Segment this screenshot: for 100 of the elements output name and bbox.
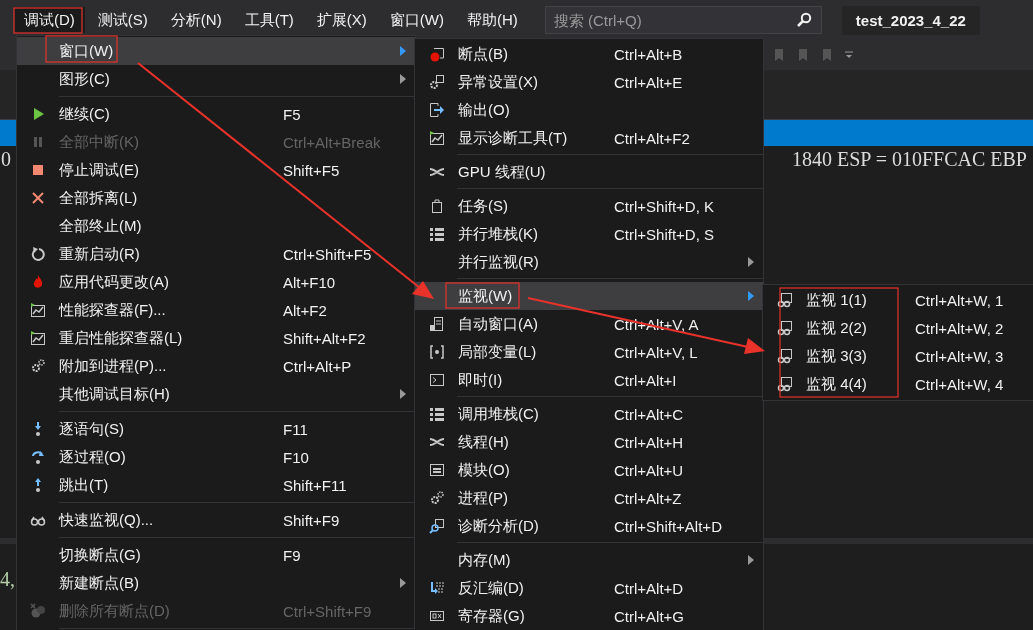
menu-item[interactable]: 监视 1(1) Ctrl+Alt+W, 1 [763,286,1033,314]
menu-item[interactable]: 监视 3(3) Ctrl+Alt+W, 3 [763,342,1033,370]
menu-item[interactable]: 断点(B) Ctrl+Alt+B [415,40,763,68]
menu-item[interactable]: GPU 线程(U) [415,158,763,186]
menu-item[interactable]: 内存(M) [415,546,763,574]
search-icon [795,12,812,28]
shortcut-text: Ctrl+Alt+P [283,357,352,375]
menu-item[interactable]: 图形(C) [17,65,415,93]
shortcut-text: Ctrl+Alt+W, 2 [915,319,1004,337]
shortcut-text: Shift+Alt+F2 [283,329,366,347]
menu-item[interactable]: 跳出(T) Shift+F11 [17,471,415,499]
menu-item[interactable]: 寄存器(G) Ctrl+Alt+G [415,602,763,630]
shortcut-text: F11 [283,420,308,438]
terminal-icon [428,372,445,388]
menu-item[interactable]: 监视(W) [415,282,763,310]
shortcut-text: Shift+F9 [283,511,340,529]
shortcut-text: Ctrl+Alt+W, 3 [915,347,1004,365]
brackets-icon [428,344,445,360]
menu-bar-item[interactable]: 分析(N) [160,7,232,33]
watch-window-icon [776,348,793,364]
menu-item[interactable]: 并行监视(R) [415,248,763,276]
menu-item[interactable]: 重新启动(R) Ctrl+Shift+F5 [17,240,415,268]
search-field[interactable]: 搜索 (Ctrl+Q) [544,6,822,34]
menu-item[interactable]: 调用堆栈(C) Ctrl+Alt+C [415,400,763,428]
watch-window-icon [776,376,793,392]
breakpoint-icon [428,46,445,62]
menu-item[interactable]: 新建断点(B) [17,569,415,597]
list-icon [428,406,445,422]
step-over-icon [30,449,46,465]
menu-item[interactable]: 监视 4(4) Ctrl+Alt+W, 4 [763,370,1033,398]
menu-bar-item[interactable]: 工具(T) [234,7,304,33]
bookmark-icon[interactable] [772,47,786,63]
menu-item[interactable]: 任务(S) Ctrl+Shift+D, K [415,192,763,220]
bookmark-icon[interactable] [820,47,834,63]
menu-item[interactable]: 逐语句(S) F11 [17,415,415,443]
menu-item[interactable]: 显示诊断工具(T) Ctrl+Alt+F2 [415,124,763,152]
shortcut-text: Ctrl+Shift+F9 [283,602,372,620]
list-icon [428,226,445,242]
bookmark-icon[interactable] [796,47,810,63]
output-icon [428,102,445,118]
shortcut-text: F5 [283,105,301,123]
chart-icon [30,330,46,346]
shortcut-text: F10 [283,448,309,466]
shortcut-text: Ctrl+Alt+Break [283,133,381,151]
menu-item[interactable]: 快速监视(Q)... Shift+F9 [17,506,415,534]
menu-item[interactable]: 反汇编(D) Ctrl+Alt+D [415,574,763,602]
menu-item[interactable]: 输出(O) [415,96,763,124]
shortcut-text: Ctrl+Alt+Z [614,489,682,507]
menu-item[interactable]: 其他调试目标(H) [17,380,415,408]
menu-item[interactable]: 即时(I) Ctrl+Alt+I [415,366,763,394]
shortcut-text: Ctrl+Alt+G [614,607,685,625]
menu-item[interactable]: 逐过程(O) F10 [17,443,415,471]
shortcut-text: Ctrl+Shift+D, S [614,225,715,243]
shortcut-text: Ctrl+Alt+W, 1 [915,291,1004,309]
menu-item[interactable]: 诊断分析(D) Ctrl+Shift+Alt+D [415,512,763,540]
menu-bar-item[interactable]: 帮助(H) [456,7,528,33]
solution-name: test_2023_4_22 [841,5,980,35]
stop-icon [30,162,46,178]
shortcut-text: Ctrl+Shift+D, K [614,197,715,215]
menu-bar-item[interactable]: 扩展(X) [306,7,377,33]
menu-bar-item[interactable]: 窗口(W) [379,7,454,33]
output-text: 4, [0,568,15,590]
shortcut-text: Alt+F2 [283,301,327,319]
shortcut-text: Ctrl+Alt+V, L [614,343,698,361]
menu-item[interactable]: 重启性能探查器(L) Shift+Alt+F2 [17,324,415,352]
restart-icon [30,246,46,262]
menu-item[interactable]: 性能探查器(F)... Alt+F2 [17,296,415,324]
menu-item[interactable]: 并行堆栈(K) Ctrl+Shift+D, S [415,220,763,248]
shortcut-text: Ctrl+Alt+H [614,433,684,451]
gear-icon [428,74,445,90]
gear-icon [30,358,46,374]
cross-icon [30,190,46,206]
document-icon [428,316,445,332]
dropdown-caret-icon[interactable] [844,50,854,60]
shortcut-text: Ctrl+Shift+F5 [283,245,372,263]
annotation-box [13,7,83,34]
menu-item[interactable]: 窗口(W) [17,37,415,65]
menu-item[interactable]: 进程(P) Ctrl+Alt+Z [415,484,763,512]
menu-item[interactable]: 全部终止(M) [17,212,415,240]
shortcut-text: Shift+F5 [283,161,340,179]
menu-item[interactable]: 全部拆离(L) [17,184,415,212]
menu-item[interactable]: 附加到进程(P)... Ctrl+Alt+P [17,352,415,380]
watch-window-icon [776,292,793,308]
chart-icon [428,130,445,146]
menu-item[interactable]: 异常设置(X) Ctrl+Alt+E [415,68,763,96]
menu-bar-item[interactable]: 测试(S) [87,7,158,33]
menu-item[interactable]: 模块(O) Ctrl+Alt+U [415,456,763,484]
shortcut-text: Alt+F10 [283,273,336,291]
shortcut-text: Ctrl+Alt+C [614,405,684,423]
menu-item[interactable]: 停止调试(E) Shift+F5 [17,156,415,184]
menu-item[interactable]: 线程(H) Ctrl+Alt+H [415,428,763,456]
shortcut-text: Ctrl+Alt+D [614,579,684,597]
menu-item[interactable]: 局部变量(L) Ctrl+Alt+V, L [415,338,763,366]
shortcut-text: Ctrl+Alt+I [614,371,677,389]
register-text: 1840 ESP = 010FFCAC EBP [791,148,1027,171]
menu-item[interactable]: 监视 2(2) Ctrl+Alt+W, 2 [763,314,1033,342]
menu-item[interactable]: 切换断点(G) F9 [17,541,415,569]
chart-icon [30,302,46,318]
menu-item[interactable]: 继续(C) F5 [17,100,415,128]
menu-item[interactable]: 应用代码更改(A) Alt+F10 [17,268,415,296]
